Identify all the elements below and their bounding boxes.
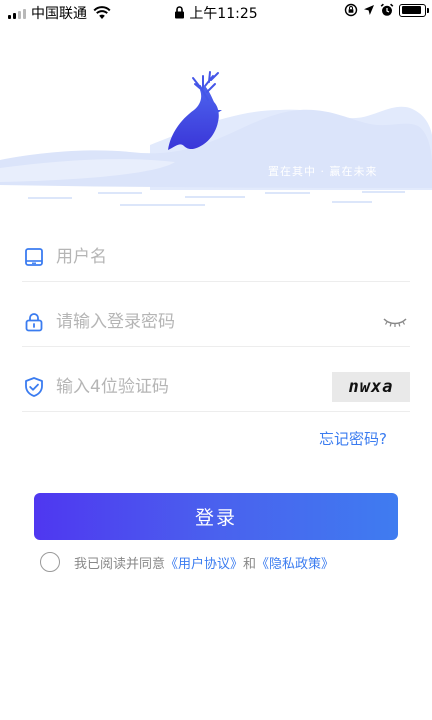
- status-right: [344, 3, 429, 17]
- captcha-row: nwxa: [22, 362, 410, 412]
- agreement-and: 和: [243, 556, 257, 572]
- username-input[interactable]: [56, 246, 410, 267]
- eye-closed-icon[interactable]: [382, 315, 408, 329]
- orientation-lock-icon: [344, 3, 358, 17]
- lock-icon: [22, 310, 46, 334]
- tablet-icon: [22, 245, 46, 269]
- status-time: 上午11:25: [189, 6, 258, 22]
- username-row: [22, 232, 410, 282]
- alarm-icon: [380, 3, 394, 16]
- lock-icon: [175, 6, 185, 19]
- user-agreement-link[interactable]: 《用户协议》: [165, 553, 243, 572]
- location-icon: [364, 5, 374, 15]
- captcha-image[interactable]: nwxa: [332, 371, 410, 402]
- status-bar: 中国联通 上午11:25: [0, 0, 432, 24]
- privacy-policy-link[interactable]: 《隐私政策》: [256, 553, 334, 572]
- battery-icon: [399, 3, 429, 17]
- shield-icon: [22, 375, 46, 399]
- agreement-prefix: 我已阅读并同意: [74, 556, 166, 572]
- slogan-text: 置在其中 · 赢在未来: [268, 165, 378, 178]
- header-illustration: [0, 71, 432, 206]
- captcha-input[interactable]: [56, 376, 332, 397]
- agreement: 我已阅读并同意 《用户协议》 和 《隐私政策》: [40, 552, 334, 572]
- agree-checkbox[interactable]: [40, 552, 60, 572]
- forgot-password-link[interactable]: 忘记密码?: [319, 428, 387, 449]
- password-row: [22, 297, 410, 347]
- password-input[interactable]: [56, 311, 382, 332]
- login-button[interactable]: 登录: [34, 493, 398, 540]
